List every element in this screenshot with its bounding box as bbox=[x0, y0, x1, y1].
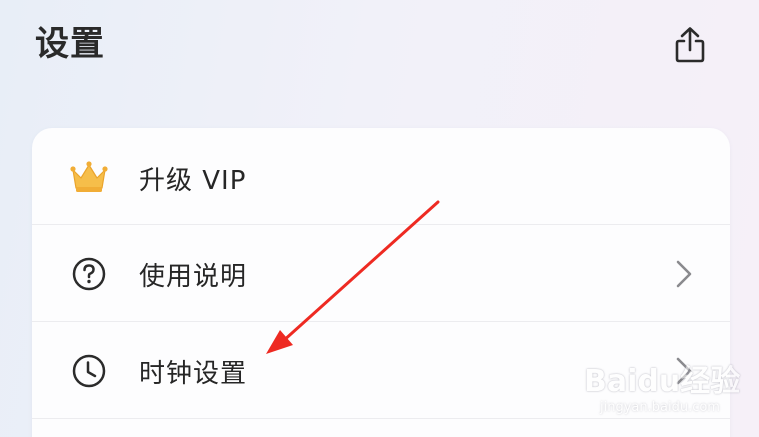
divider bbox=[32, 418, 730, 419]
menu-item-instructions[interactable]: 使用说明 bbox=[32, 226, 730, 322]
share-button[interactable] bbox=[670, 24, 710, 66]
page-title: 设置 bbox=[35, 24, 105, 64]
menu-item-label: 时钟设置 bbox=[139, 358, 248, 389]
menu-item-clock-settings[interactable]: 时钟设置 bbox=[32, 323, 730, 419]
settings-card: 升级 VIP 使用说明 时钟设置 bbox=[32, 128, 730, 437]
crown-icon bbox=[68, 157, 110, 199]
menu-item-label: 使用说明 bbox=[139, 261, 248, 292]
menu-item-upgrade-vip[interactable]: 升级 VIP bbox=[32, 130, 730, 226]
share-icon bbox=[675, 27, 705, 63]
chevron-right-icon bbox=[672, 353, 696, 389]
clock-icon bbox=[68, 350, 110, 392]
help-circle-icon bbox=[68, 253, 110, 295]
menu-item-label: 升级 VIP bbox=[139, 165, 247, 196]
chevron-right-icon bbox=[672, 256, 696, 292]
divider bbox=[32, 321, 730, 322]
divider bbox=[32, 224, 730, 225]
